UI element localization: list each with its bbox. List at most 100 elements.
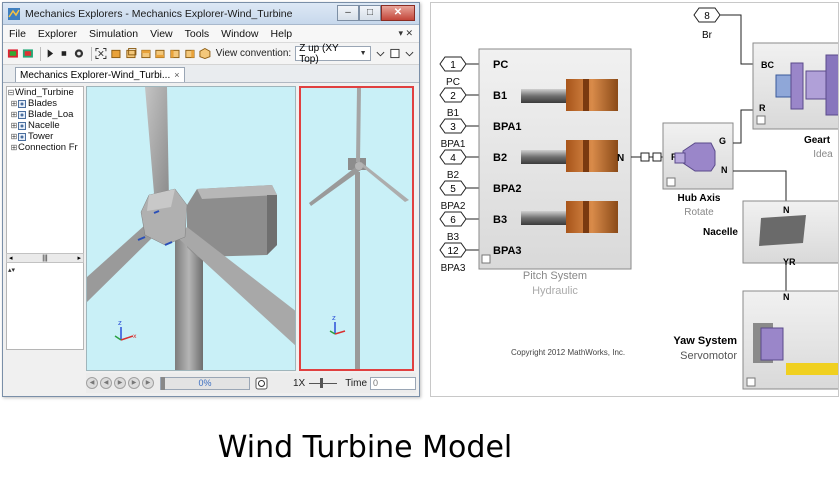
single-view-icon[interactable] [389, 47, 401, 60]
maximize-button[interactable]: □ [359, 4, 381, 21]
inport-b2[interactable]: 4 B2 [439, 149, 479, 181]
menu-help[interactable]: Help [271, 28, 293, 40]
inport-b3[interactable]: 6 B3 [439, 211, 479, 243]
simulink-model-canvas: 1 PC 2 B1 3 BPA1 4 B2 5 BPA2 6 B3 12 BPA… [430, 2, 839, 397]
record-icon[interactable] [73, 47, 85, 60]
menu-tools[interactable]: Tools [185, 28, 210, 40]
view-convention-select[interactable]: Z up (XY Top) ▼ [295, 43, 371, 65]
tree-item-blades[interactable]: ⊞ Blades [7, 98, 83, 109]
tree-item-connection-frames[interactable]: ⊞ Connection Fr [7, 142, 83, 153]
expand-icon[interactable]: ⊞ [10, 98, 18, 109]
main-3d-view[interactable]: z x [86, 86, 296, 371]
nacelle-title: Nacelle [703, 227, 738, 238]
tree-item-nacelle[interactable]: ⊞ Nacelle [7, 120, 83, 131]
inport-bpa2[interactable]: 5 BPA2 [439, 180, 479, 212]
subsystem-icon [18, 132, 26, 141]
slider-thumb[interactable] [320, 378, 324, 388]
step-back-icon[interactable]: ◀ [100, 377, 112, 389]
view-bottom-icon[interactable] [154, 47, 166, 60]
progress-knob[interactable] [161, 376, 165, 390]
inport-b1[interactable]: 2 B1 [439, 87, 479, 119]
play-icon[interactable] [44, 47, 56, 60]
expand-icon[interactable]: ⊞ [10, 109, 18, 120]
hub-axis-block[interactable]: R G N Hub Axis Rotate [662, 122, 734, 218]
play-icon[interactable]: ▶ [114, 377, 126, 389]
inport-br[interactable]: 8 Br [693, 7, 721, 41]
tab-label: Mechanics Explorer-Wind_Turbi... [20, 69, 171, 81]
menu-simulation[interactable]: Simulation [89, 28, 138, 40]
rewind-icon[interactable]: ◀ [86, 377, 98, 389]
tree-item-blade-load[interactable]: ⊞ Blade_Loa [7, 109, 83, 120]
playback-progress-bar[interactable]: 0% [160, 376, 250, 390]
inport-signal-label: BPA1 [441, 139, 466, 150]
minimize-button[interactable]: – [337, 4, 359, 21]
port-label-n: N [721, 165, 728, 175]
view-iso-icon[interactable] [199, 47, 211, 60]
fit-to-view-icon[interactable] [95, 47, 107, 60]
expand-icon[interactable]: ⊞ [10, 120, 18, 131]
title-bar[interactable]: Mechanics Explorers - Mechanics Explorer… [3, 3, 419, 25]
menu-explorer[interactable]: Explorer [38, 28, 77, 40]
tree-item-wind-turbine[interactable]: ⊟ Wind_Turbine [7, 87, 83, 98]
view-back-icon[interactable] [125, 47, 137, 60]
menu-view[interactable]: View [150, 28, 173, 40]
view-convention-value: Z up (XY Top) [299, 42, 339, 65]
close-button[interactable]: ✕ [381, 4, 415, 21]
speed-slider[interactable] [309, 378, 338, 388]
inport-number: 2 [450, 91, 456, 102]
screenshot-root: Mechanics Explorers - Mechanics Explorer… [0, 0, 839, 496]
layout-icon[interactable] [375, 47, 387, 60]
inport-bpa1[interactable]: 3 BPA1 [439, 118, 479, 150]
inport-bpa3[interactable]: 12 BPA3 [439, 242, 479, 274]
explorer-alt-icon[interactable] [22, 47, 34, 60]
window-controls: – □ ✕ [337, 4, 415, 23]
secondary-3d-view[interactable]: z [299, 86, 414, 371]
tab-mechanics-explorer[interactable]: Mechanics Explorer-Wind_Turbi... × [15, 67, 185, 82]
gearbox-block[interactable]: BC R Geart Idea [752, 42, 839, 160]
split-view-icon[interactable] [404, 47, 416, 60]
collapse-icon[interactable]: ⊟ [7, 87, 15, 98]
fast-forward-icon[interactable]: ▶ [142, 377, 154, 389]
inport-number: 8 [704, 11, 710, 22]
playback-speed: 1X [292, 377, 306, 389]
menu-window[interactable]: Window [221, 28, 258, 40]
port-label-r: R [759, 103, 766, 113]
inport-pc[interactable]: 1 PC [439, 56, 479, 88]
tree-item-label: Blade_Loa [28, 109, 74, 120]
scroll-left-icon[interactable]: ◂ [9, 254, 13, 262]
tree-item-tower[interactable]: ⊞ Tower [7, 131, 83, 142]
scroll-right-icon[interactable]: ▸ [77, 254, 81, 262]
view-right-icon[interactable] [184, 47, 196, 60]
pane-resize-handle[interactable]: ▴▾ [8, 266, 15, 274]
expand-icon[interactable]: ⊞ [10, 142, 18, 153]
menu-file[interactable]: File [9, 28, 26, 40]
menu-dock-controls[interactable]: ▾ ✕ [398, 28, 413, 39]
pitch-system-block[interactable]: PC B1 BPA1 B2 BPA2 B3 BPA3 N Pitch Syste… [478, 48, 632, 297]
tree-horizontal-scrollbar[interactable]: ◂ ||| ▸ [6, 253, 84, 263]
step-forward-icon[interactable]: ▶ [128, 377, 140, 389]
view-top-icon[interactable] [140, 47, 152, 60]
explorer-icon[interactable] [7, 47, 19, 60]
inport-number: 1 [450, 60, 456, 71]
subsystem-icon [18, 99, 26, 108]
document-tabbar: Mechanics Explorer-Wind_Turbi... × [3, 65, 419, 83]
svg-text:z: z [118, 319, 122, 327]
tree-item-label: Connection Fr [18, 142, 78, 153]
subsystem-icon [18, 110, 26, 119]
tab-close-icon[interactable]: × [174, 70, 179, 80]
scroll-thumb[interactable]: ||| [42, 255, 47, 262]
toolbar-separator [91, 46, 93, 61]
loop-icon[interactable] [255, 377, 268, 390]
chevron-down-icon: ▼ [359, 50, 367, 57]
yaw-system-block[interactable]: YR N Yaw System Servomotor [673, 257, 839, 390]
expand-icon[interactable]: ⊞ [10, 131, 18, 142]
inport-signal-label: Br [702, 30, 713, 41]
view-front-icon[interactable] [110, 47, 122, 60]
nacelle-block[interactable]: N Nacelle [703, 200, 839, 264]
view-left-icon[interactable] [169, 47, 181, 60]
port-label-pc: PC [493, 59, 508, 71]
time-field[interactable]: 0 [370, 376, 417, 390]
gearbox-subtitle: Idea [813, 149, 833, 160]
stop-icon[interactable] [58, 47, 70, 60]
model-diagram: 1 PC 2 B1 3 BPA1 4 B2 5 BPA2 6 B3 12 BPA… [439, 7, 839, 390]
